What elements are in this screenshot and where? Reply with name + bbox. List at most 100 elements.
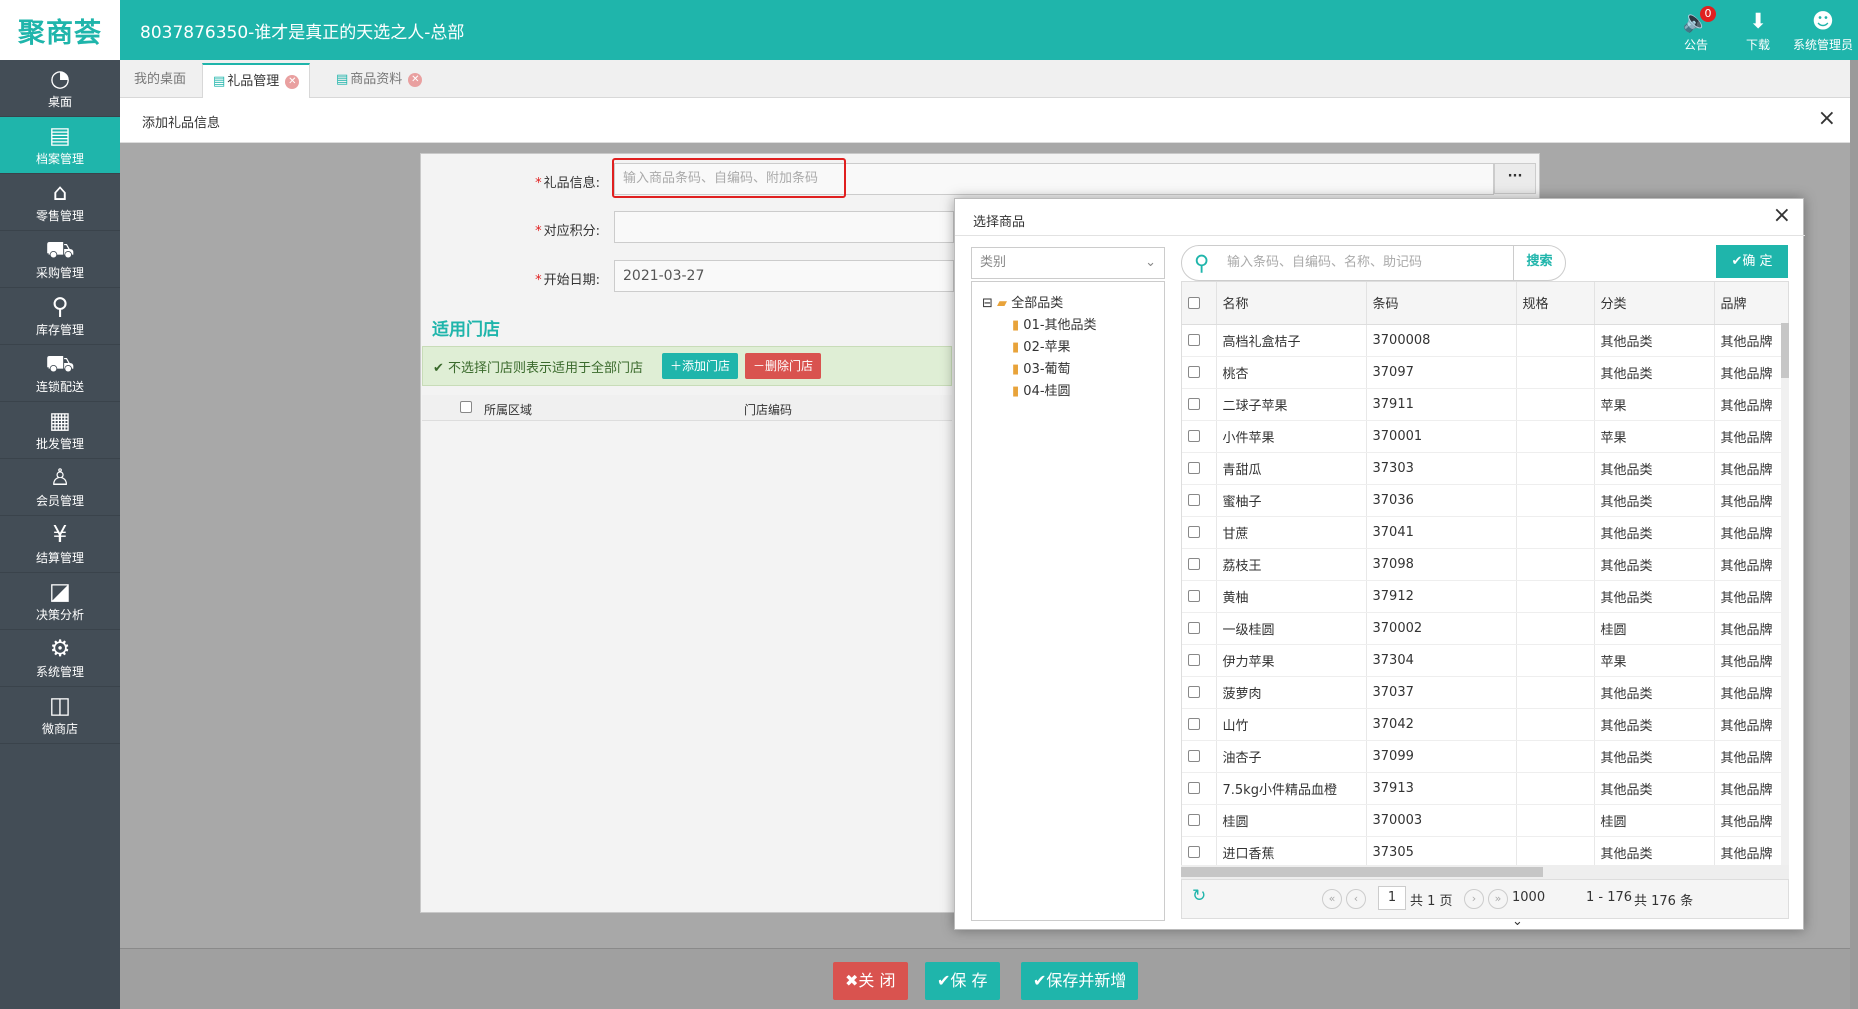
row-checkbox-cell[interactable] bbox=[1182, 612, 1217, 645]
last-page-button[interactable]: » bbox=[1488, 889, 1508, 909]
row-checkbox-cell[interactable] bbox=[1182, 356, 1217, 389]
row-checkbox-cell[interactable] bbox=[1182, 324, 1217, 357]
sidebar-item-desktop[interactable]: ◔ 桌面 bbox=[0, 60, 120, 117]
table-row[interactable]: 山竹 37042 其他品类 其他品牌 bbox=[1182, 708, 1788, 741]
top-bar: 聚商荟 8037876350-谁才是真正的天选之人-总部 🔈 0 公告 ⬇ 下载… bbox=[0, 0, 1858, 60]
sidebar-item-distribution[interactable]: ⛟ 连锁配送 bbox=[0, 345, 120, 402]
close-button[interactable]: ✖关 闭 bbox=[833, 962, 908, 1000]
sidebar-item-inventory[interactable]: ⚲ 库存管理 bbox=[0, 288, 120, 345]
column-header-spec[interactable]: 规格 bbox=[1516, 282, 1595, 325]
tab-my-desktop[interactable]: 我的桌面 bbox=[124, 63, 196, 98]
row-checkbox-cell[interactable] bbox=[1182, 804, 1217, 837]
dialog-title: 选择商品 bbox=[973, 215, 1026, 230]
close-tab-icon[interactable]: ✕ bbox=[285, 74, 300, 89]
table-row[interactable]: 一级桂圆 370002 桂圆 其他品牌 bbox=[1182, 612, 1788, 645]
table-cell bbox=[1516, 708, 1595, 741]
category-select[interactable]: 类别 ⌄ bbox=[971, 247, 1165, 279]
table-row[interactable]: 7.5kg小件精品血橙 37913 其他品类 其他品牌 bbox=[1182, 772, 1788, 805]
product-search-input[interactable]: ⚲ 输入条码、自编码、名称、助记码 搜索 bbox=[1181, 245, 1566, 281]
table-cell: 37097 bbox=[1366, 356, 1517, 389]
row-checkbox-cell[interactable] bbox=[1182, 388, 1217, 421]
row-checkbox-cell[interactable] bbox=[1182, 836, 1217, 869]
row-checkbox-cell[interactable] bbox=[1182, 484, 1217, 517]
close-icon[interactable]: × bbox=[1773, 203, 1791, 228]
horizontal-scrollbar[interactable] bbox=[1181, 865, 1789, 879]
row-checkbox-cell[interactable] bbox=[1182, 516, 1217, 549]
select-all-stores-checkbox[interactable] bbox=[460, 401, 472, 413]
sidebar-item-archive[interactable]: ▤ 档案管理 bbox=[0, 117, 120, 174]
tree-node[interactable]: ▮ 01-其他品类 bbox=[1012, 314, 1097, 333]
sidebar-item-analysis[interactable]: ◪ 决策分析 bbox=[0, 573, 120, 630]
more-options-button[interactable]: ··· bbox=[1494, 163, 1536, 194]
file-icon: ▮ bbox=[1012, 362, 1020, 377]
tree-node[interactable]: ▮ 04-桂圆 bbox=[1012, 380, 1071, 399]
add-store-button[interactable]: ＋添加门店 bbox=[662, 353, 739, 379]
table-row[interactable]: 荔枝王 37098 其他品类 其他品牌 bbox=[1182, 548, 1788, 581]
tab-gift-management[interactable]: ▤ 礼品管理 ✕ bbox=[202, 63, 311, 98]
table-row[interactable]: 菠萝肉 37037 其他品类 其他品牌 bbox=[1182, 676, 1788, 709]
table-row[interactable]: 进口香蕉 37305 其他品类 其他品牌 bbox=[1182, 836, 1788, 869]
sidebar-item-settlement[interactable]: ¥ 结算管理 bbox=[0, 516, 120, 573]
table-row[interactable]: 油杏子 37099 其他品类 其他品牌 bbox=[1182, 740, 1788, 773]
tree-node[interactable]: ▮ 03-葡萄 bbox=[1012, 358, 1071, 377]
sidebar-item-retail[interactable]: ⌂ 零售管理 bbox=[0, 174, 120, 231]
start-date-input[interactable]: 2021-03-27 bbox=[614, 260, 954, 292]
sidebar-item-member[interactable]: ♙ 会员管理 bbox=[0, 459, 120, 516]
tree-node[interactable]: ▮ 02-苹果 bbox=[1012, 336, 1071, 355]
close-icon[interactable]: × bbox=[1818, 106, 1836, 131]
tab-product-info[interactable]: ▤ 商品资料 ✕ bbox=[326, 63, 432, 98]
clipboard-icon: ▦ bbox=[49, 408, 71, 434]
refresh-icon[interactable]: ↻ bbox=[1192, 886, 1206, 906]
table-cell: 山竹 bbox=[1216, 708, 1367, 741]
table-row[interactable]: 伊力苹果 37304 苹果 其他品牌 bbox=[1182, 644, 1788, 677]
page-size-select[interactable]: 1000 ⌄ bbox=[1512, 886, 1560, 929]
row-checkbox-cell[interactable] bbox=[1182, 548, 1217, 581]
sidebar-item-wholesale[interactable]: ▦ 批发管理 bbox=[0, 402, 120, 459]
sidebar-item-purchase[interactable]: ⛟ 采购管理 bbox=[0, 231, 120, 288]
row-checkbox-cell[interactable] bbox=[1182, 420, 1217, 453]
row-checkbox-cell[interactable] bbox=[1182, 580, 1217, 613]
table-row[interactable]: 桃杏 37097 其他品类 其他品牌 bbox=[1182, 356, 1788, 389]
table-row[interactable]: 青甜瓜 37303 其他品类 其他品牌 bbox=[1182, 452, 1788, 485]
select-all-checkbox-cell[interactable] bbox=[1182, 282, 1217, 325]
first-page-button[interactable]: « bbox=[1322, 889, 1342, 909]
app-logo[interactable]: 聚商荟 bbox=[0, 0, 120, 60]
prev-page-button[interactable]: ‹ bbox=[1346, 889, 1366, 909]
close-tab-icon[interactable]: ✕ bbox=[408, 72, 423, 87]
column-header-name[interactable]: 名称 bbox=[1216, 282, 1367, 325]
table-row[interactable]: 黄柚 37912 其他品类 其他品牌 bbox=[1182, 580, 1788, 613]
table-row[interactable]: 甘蔗 37041 其他品类 其他品牌 bbox=[1182, 516, 1788, 549]
save-button[interactable]: ✔保 存 bbox=[925, 962, 1000, 1000]
table-row[interactable]: 高档礼盒桔子 3700008 其他品类 其他品牌 bbox=[1182, 324, 1788, 357]
table-cell: 青甜瓜 bbox=[1216, 452, 1367, 485]
row-checkbox-cell[interactable] bbox=[1182, 644, 1217, 677]
delete-store-button[interactable]: －删除门店 bbox=[745, 353, 822, 379]
next-page-button[interactable]: › bbox=[1464, 889, 1484, 909]
table-row[interactable]: 蜜柚子 37036 其他品类 其他品牌 bbox=[1182, 484, 1788, 517]
tree-node-all[interactable]: ⊟ ▰ 全部品类 bbox=[982, 292, 1063, 311]
table-cell: 37911 bbox=[1366, 388, 1517, 421]
row-checkbox-cell[interactable] bbox=[1182, 676, 1217, 709]
column-header-category[interactable]: 分类 bbox=[1594, 282, 1715, 325]
save-and-new-button[interactable]: ✔保存并新增 bbox=[1021, 962, 1139, 1000]
column-header-barcode[interactable]: 条码 bbox=[1366, 282, 1517, 325]
row-checkbox-cell[interactable] bbox=[1182, 772, 1217, 805]
vertical-scrollbar[interactable] bbox=[1781, 323, 1789, 865]
page-number-input[interactable]: 1 bbox=[1378, 886, 1406, 910]
sidebar-item-wechat-store[interactable]: ◫ 微商店 bbox=[0, 687, 120, 744]
row-checkbox-cell[interactable] bbox=[1182, 452, 1217, 485]
table-cell: 37912 bbox=[1366, 580, 1517, 613]
table-row[interactable]: 二球子苹果 37911 苹果 其他品牌 bbox=[1182, 388, 1788, 421]
table-row[interactable]: 小件苹果 370001 苹果 其他品牌 bbox=[1182, 420, 1788, 453]
sidebar-item-system[interactable]: ⚙ 系统管理 bbox=[0, 630, 120, 687]
table-row[interactable]: 桂圆 370003 桂圆 其他品牌 bbox=[1182, 804, 1788, 837]
points-input[interactable] bbox=[614, 211, 954, 243]
download-button[interactable]: ⬇ 下载 bbox=[1730, 6, 1786, 53]
user-menu[interactable]: ☻ 系统管理员 bbox=[1788, 6, 1858, 53]
row-checkbox-cell[interactable] bbox=[1182, 708, 1217, 741]
column-header-brand[interactable]: 品牌 bbox=[1714, 282, 1788, 325]
confirm-button[interactable]: ✔确 定 bbox=[1716, 245, 1788, 278]
row-checkbox-cell[interactable] bbox=[1182, 740, 1217, 773]
search-button[interactable]: 搜索 bbox=[1513, 245, 1565, 281]
announcement-button[interactable]: 🔈 0 公告 bbox=[1668, 6, 1724, 53]
